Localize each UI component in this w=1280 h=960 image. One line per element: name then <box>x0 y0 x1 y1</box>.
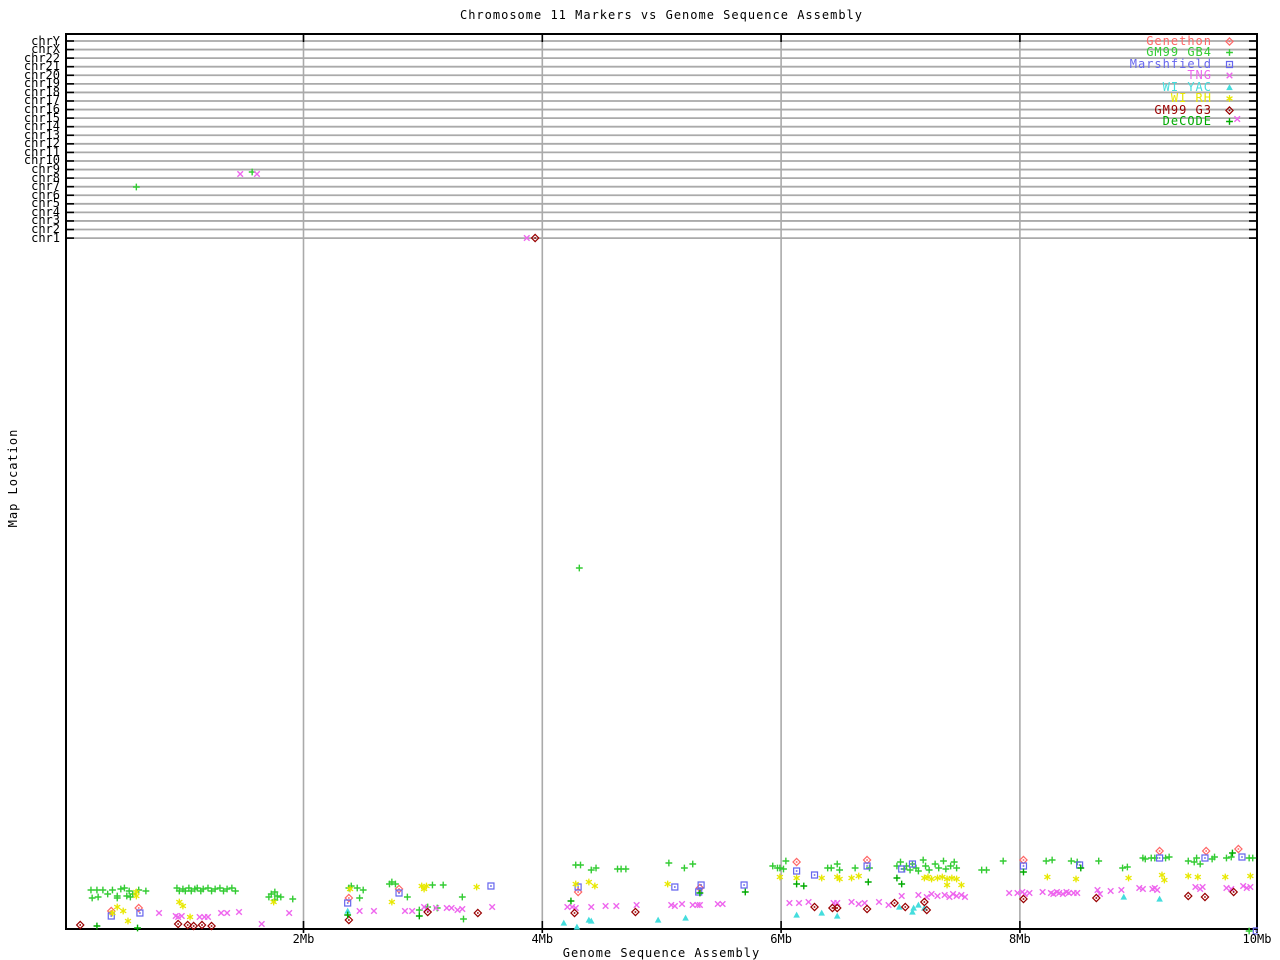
legend-item-decode: DeCODE <box>1162 114 1236 129</box>
x-axis-title: Genome Sequence Assembly <box>562 946 761 960</box>
chart-title: Chromosome 11 Markers vs Genome Sequence… <box>459 8 863 22</box>
legend-marker-icon-plus <box>1226 118 1233 126</box>
x-tick-label-6Mb: 6Mb <box>770 932 792 946</box>
x-tick-label-10Mb: 10Mb <box>1242 932 1272 946</box>
y-axis-title: Map Location <box>6 428 20 528</box>
x-tick-label-4Mb: 4Mb <box>531 932 554 946</box>
x-tick-label-2Mb: 2Mb <box>292 932 315 946</box>
legend-label: DeCODE <box>1162 114 1212 129</box>
plot-page: { "title": "Chromosome 11 Markers vs Gen… <box>0 0 1280 960</box>
y-tick-label-chr1: chr1 <box>31 230 60 245</box>
x-tick-label-8Mb: 8Mb <box>1009 932 1031 946</box>
plot-area <box>65 33 1258 936</box>
legend-item-marshfield: Marshfield <box>1130 58 1236 70</box>
plot-canvas <box>65 33 1258 935</box>
